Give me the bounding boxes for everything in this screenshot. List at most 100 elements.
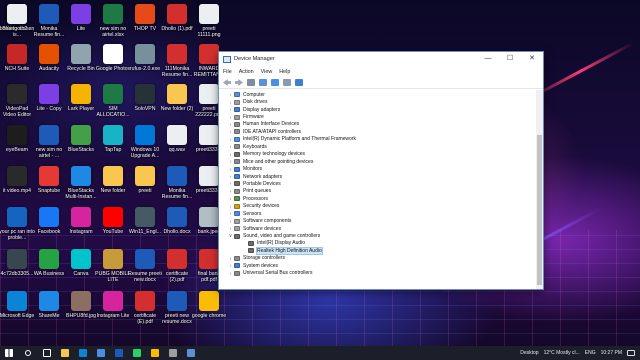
desktop-icon[interactable]: rufus-2.0.exe [128,42,162,86]
desktop-icon[interactable]: Facebook [32,205,66,249]
menu-help[interactable]: Help [279,69,290,75]
tree-category-item[interactable]: › Network adapters [227,173,537,180]
desktop-icon[interactable]: WA Business [32,247,66,291]
chevron-right-icon[interactable]: › [227,204,234,209]
chevron-right-icon[interactable]: › [227,92,234,97]
display-icon[interactable] [295,79,303,86]
desktop-icon[interactable]: Snaptube [32,164,66,208]
language-indicator[interactable]: ENG [585,350,596,356]
chevron-right-icon[interactable]: › [227,226,234,231]
chevron-right-icon[interactable]: › [227,122,234,127]
desktop-icon[interactable]: VideoPad Video Editor [0,82,34,126]
desktop-icon[interactable]: Lite - Copy [32,82,66,126]
desktop-toolbar-label[interactable]: Desktop [520,350,538,356]
desktop-icon[interactable]: 4c72db3305... [0,247,34,291]
vertical-scrollbar[interactable] [536,90,543,289]
device-tree[interactable]: › Computer › Disk drives › Display adapters › F… [219,90,537,289]
chevron-right-icon[interactable]: › [227,115,234,120]
desktop-icon[interactable]: BlueStacks Multi-Instan... [64,164,98,208]
device-manager-button[interactable] [182,346,200,360]
desktop-icon[interactable]: PUBG MOBILE LITE [95,247,131,291]
desktop-icon[interactable]: ShareMe [32,289,66,333]
desktop-icon[interactable]: preeti [128,164,162,208]
close-button[interactable]: ✕ [521,52,543,66]
chevron-right-icon[interactable]: › [227,152,234,157]
desktop-icon[interactable]: Instagram [64,205,98,249]
desktop-icon[interactable]: new sim no airtel.xlsx [96,2,130,46]
tree-category-item[interactable]: › Security devices [227,203,537,210]
whatsapp-button[interactable] [128,346,146,360]
tree-category-item[interactable]: › Mice and other pointing devices [227,158,537,165]
chevron-right-icon[interactable]: › [227,263,234,268]
chevron-right-icon[interactable]: › [227,181,234,186]
desktop-icon[interactable]: THOP TV [128,2,162,46]
tree-category-item[interactable]: › System devices [227,262,537,269]
weather-widget[interactable]: 12°C Mostly cl... [544,350,580,356]
chevron-right-icon[interactable]: › [227,211,234,216]
help-icon[interactable] [271,79,279,86]
window-titlebar[interactable]: Device Manager — ☐ ✕ [219,52,543,66]
chevron-right-icon[interactable]: › [227,137,234,142]
desktop-icon[interactable]: Recycle Bin [64,42,98,86]
desktop-icon[interactable]: Bluetooth2... [0,2,34,46]
tree-category-item[interactable]: › Processors [227,195,537,202]
chrome-button[interactable] [146,346,164,360]
chevron-right-icon[interactable]: › [227,219,234,224]
desktop-icon[interactable]: NCH Suite [0,42,34,86]
tree-category-item[interactable]: › Disk drives [227,98,537,105]
desktop-icon[interactable]: google chrome [192,289,226,333]
desktop-icon[interactable]: certificate (2).pdf [160,247,194,291]
desktop-icon[interactable]: Instagram Lite [96,289,130,333]
chevron-right-icon[interactable]: › [227,129,234,134]
desktop-icon[interactable]: preeti new resume.docx [160,289,194,333]
desktop-icon[interactable]: qq.wav [160,123,194,167]
tree-category-item[interactable]: › Storage controllers [227,255,537,262]
start-button[interactable] [0,346,18,360]
chevron-right-icon[interactable]: › [227,174,234,179]
desktop-icon[interactable]: New folder [96,164,130,208]
edge-button[interactable] [74,346,92,360]
desktop-icon[interactable]: Resume preeti new.docx [128,247,162,291]
desktop-icon[interactable]: Google Photos [96,42,130,86]
tree-category-item[interactable]: › Sensors [227,210,537,217]
scan-hardware-icon[interactable] [283,79,291,86]
desktop-icon[interactable]: preeti 11111.png [192,2,226,46]
notification-icon[interactable] [627,350,635,356]
desktop-icon[interactable]: certificate (E).pdf [128,289,162,333]
desktop-icon[interactable]: SIM ALLOCATIO... [96,82,130,126]
tree-category-item[interactable]: › Human Interface Devices [227,121,537,128]
desktop-icon[interactable]: TapTap [96,123,130,167]
desktop-icon[interactable]: Lite [64,2,98,46]
chevron-right-icon[interactable]: › [227,167,234,172]
desktop-icon[interactable]: Dhollo.docx [160,205,194,249]
tree-category-item[interactable]: › Firmware [227,113,537,120]
tree-category-item[interactable]: › Computer [227,91,537,98]
chevron-right-icon[interactable]: › [227,196,234,201]
show-hidden-icon[interactable] [259,79,267,86]
task-view-button[interactable] [38,346,56,360]
tree-category-item[interactable]: › Software devices [227,225,537,232]
chevron-right-icon[interactable]: › [227,100,234,105]
tree-category-item[interactable]: › Display adapters [227,106,537,113]
desktop-icon[interactable]: it video.mp4 [0,164,34,208]
desktop-icon[interactable]: Audacity [32,42,66,86]
file-explorer-button[interactable] [56,346,74,360]
tree-category-item[interactable]: › IDE ATA/ATAPI controllers [227,128,537,135]
store-button[interactable] [92,346,110,360]
menu-file[interactable]: File [223,69,232,75]
tree-category-item[interactable]: › Universal Serial Bus controllers [227,270,537,277]
desktop-icon[interactable]: Dhollo (1).pdf [160,2,194,46]
tree-category-item[interactable]: › Portable Devices [227,180,537,187]
tree-device-item[interactable]: Intel(R) Display Audio [227,240,537,247]
forward-arrow-icon[interactable] [235,79,243,86]
desktop-icon[interactable]: BlueStacks [64,123,98,167]
tree-category-item[interactable]: › Software components [227,217,537,224]
properties-icon[interactable] [247,79,255,86]
chevron-right-icon[interactable]: › [227,256,234,261]
chevron-right-icon[interactable]: › [227,144,234,149]
desktop-icon[interactable]: SoloVPN [128,82,162,126]
search-button[interactable] [18,346,38,360]
desktop-icon[interactable]: Canva [64,247,98,291]
chevron-right-icon[interactable]: › [227,159,234,164]
tree-category-item[interactable]: › Keyboards [227,143,537,150]
